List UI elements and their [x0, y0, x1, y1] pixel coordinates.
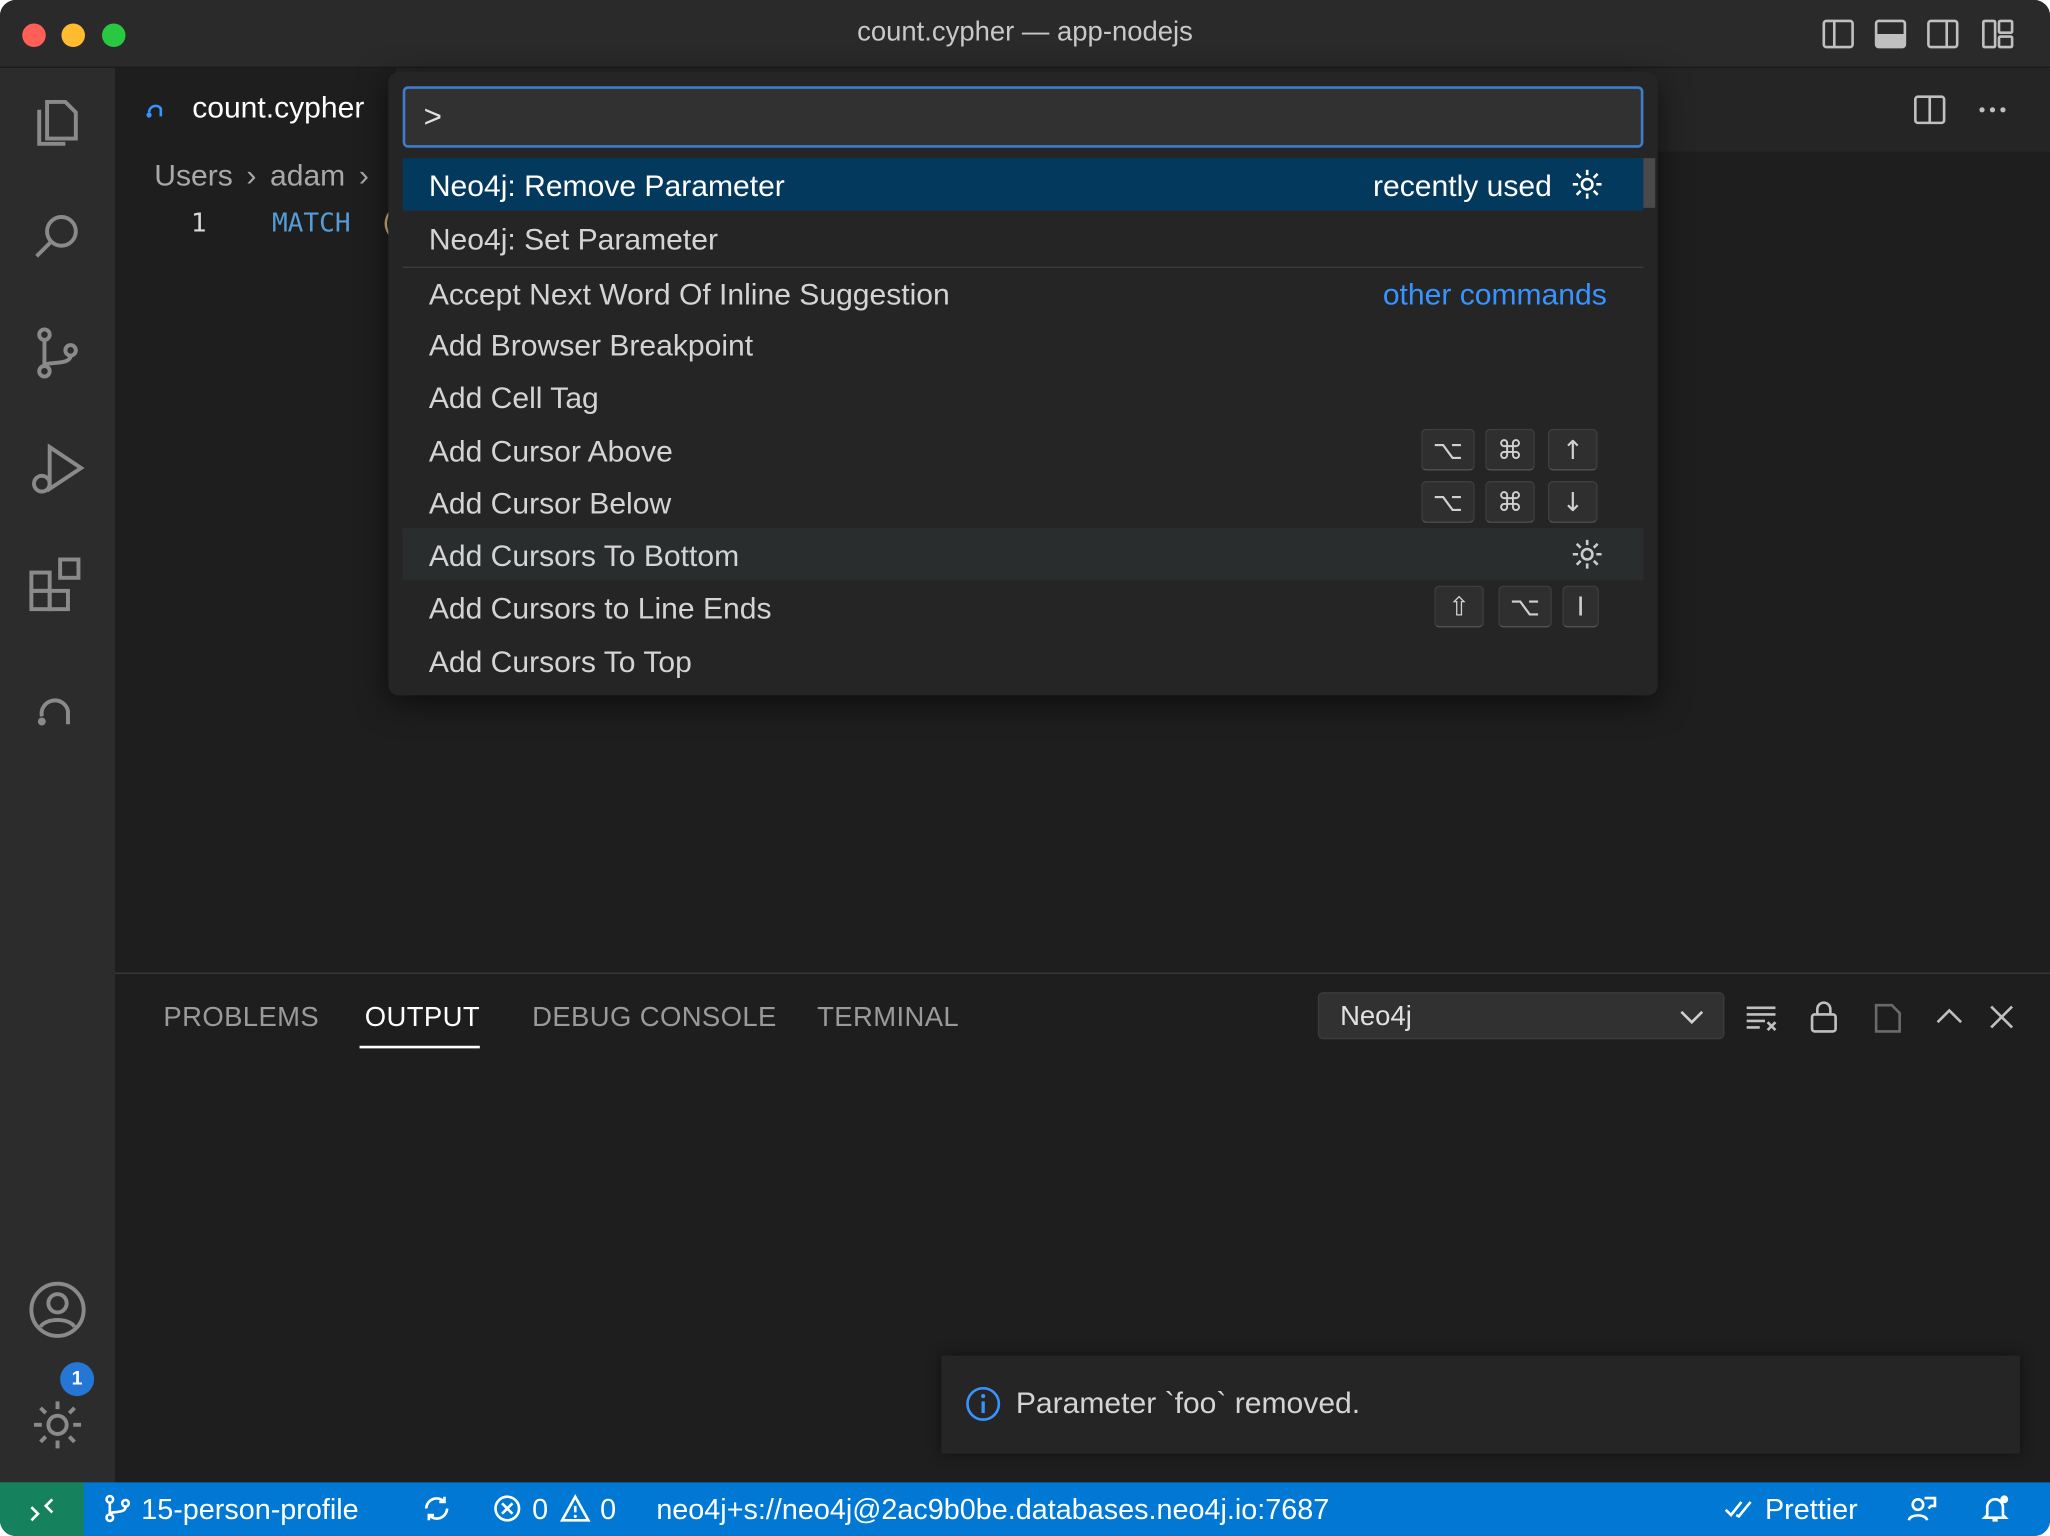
arrow-down-key-cap: ↓ [1547, 481, 1598, 523]
notification-toast: Parameter `foo` removed. [941, 1355, 2020, 1454]
vscode-window: count.cypher — app-nodejs 1 count.cypher… [0, 0, 2050, 1536]
feedback-icon[interactable] [1906, 1493, 1937, 1524]
accounts-icon[interactable] [24, 1276, 92, 1344]
command-item[interactable]: Add Browser Breakpoint [403, 318, 1644, 370]
tab-problems[interactable]: PROBLEMS [163, 1003, 319, 1034]
command-palette-input[interactable] [402, 86, 1644, 148]
manage-gear-icon[interactable] [24, 1391, 92, 1459]
settings-update-badge: 1 [60, 1362, 95, 1397]
command-item[interactable]: Add Cursor Above ⌥ ⌘ ↑ [403, 424, 1644, 476]
output-channel-select[interactable]: Neo4j [1317, 992, 1725, 1040]
other-commands-hint: other commands [1382, 277, 1607, 312]
notifications-bell-icon[interactable] [1979, 1493, 2010, 1524]
warning-icon [559, 1494, 591, 1522]
command-item[interactable]: Add Cursors To Top [403, 634, 1644, 686]
breadcrumb-item[interactable]: adam [270, 158, 345, 192]
option-key-cap: ⌥ [1421, 481, 1475, 523]
error-icon [494, 1495, 521, 1522]
neo4j-connection-status[interactable]: neo4j+s://neo4j@2ac9b0be.databases.neo4j… [656, 1493, 1329, 1527]
command-label: Add Browser Breakpoint [428, 328, 754, 363]
shift-key-cap: ⇧ [1434, 585, 1484, 628]
command-label: Add Cursors To Top [428, 644, 692, 679]
command-label: Add Cursor Above [428, 433, 673, 468]
command-palette: Neo4j: Remove Parameter recently used Ne… [388, 71, 1658, 696]
command-item[interactable]: Accept Next Word Of Inline Suggestion ot… [403, 267, 1644, 319]
breadcrumb-item[interactable]: Users [154, 158, 233, 192]
clear-output-icon[interactable] [1741, 997, 1780, 1036]
search-icon[interactable] [24, 204, 92, 272]
chevron-right-icon: › [358, 158, 369, 193]
chevron-down-icon [1680, 1010, 1704, 1025]
recently-used-hint: recently used [1373, 168, 1552, 203]
run-and-debug-icon[interactable] [24, 434, 92, 502]
remote-indicator[interactable] [0, 1482, 84, 1536]
source-control-icon[interactable] [24, 319, 92, 387]
toggle-secondary-sidebar-icon[interactable] [1924, 16, 1961, 53]
command-item[interactable]: Add Cursor Below ⌥ ⌘ ↓ [403, 476, 1644, 528]
remote-icon [30, 1498, 54, 1522]
command-label: Accept Next Word Of Inline Suggestion [428, 277, 950, 312]
sync-icon[interactable] [421, 1493, 452, 1524]
option-key-cap: ⌥ [1498, 585, 1552, 628]
editor-tab-count-cypher[interactable]: count.cypher [115, 67, 397, 152]
error-count[interactable]: 0 [532, 1493, 548, 1527]
open-output-in-editor-icon[interactable] [1868, 997, 1907, 1036]
command-label: Add Cursor Below [428, 486, 672, 521]
prettier-status[interactable]: Prettier [1765, 1493, 1858, 1527]
notification-message: Parameter `foo` removed. [1015, 1385, 1361, 1420]
option-key-cap: ⌥ [1421, 428, 1475, 471]
command-item[interactable]: Add Cell Tag [403, 370, 1644, 422]
command-label: Neo4j: Set Parameter [428, 222, 718, 257]
command-item[interactable]: Neo4j: Set Parameter [403, 212, 1644, 264]
arrow-up-key-cap: ↑ [1547, 428, 1598, 471]
configure-keybinding-gear-icon[interactable] [1569, 166, 1606, 203]
command-item[interactable]: Add Cursors To Bottom [402, 528, 1644, 581]
more-actions-icon[interactable] [1974, 92, 2011, 129]
git-branch[interactable]: 15-person-profile [141, 1493, 358, 1527]
extensions-icon[interactable] [24, 549, 92, 617]
command-label: Add Cursors To Bottom [428, 538, 740, 573]
lock-scroll-icon[interactable] [1804, 997, 1843, 1036]
command-label: Add Cell Tag [428, 380, 599, 415]
toggle-primary-sidebar-icon[interactable] [1820, 16, 1857, 53]
status-bar: 15-person-profile 0 0 neo4j+s://neo4j@2a… [0, 1482, 2050, 1536]
tab-output[interactable]: OUTPUT [365, 1003, 480, 1034]
info-icon [966, 1386, 1001, 1421]
warning-count[interactable]: 0 [600, 1493, 616, 1527]
tab-debug-console[interactable]: DEBUG CONSOLE [532, 1003, 777, 1034]
output-channel-value: Neo4j [1340, 1001, 1412, 1032]
i-key-cap: I [1562, 585, 1599, 628]
configure-keybinding-gear-icon[interactable] [1569, 536, 1606, 573]
title-bar: count.cypher — app-nodejs [0, 0, 2050, 68]
window-title: count.cypher — app-nodejs [857, 16, 1193, 48]
neo4j-icon[interactable] [24, 672, 92, 740]
toggle-panel-icon[interactable] [1872, 16, 1909, 53]
git-branch-icon [105, 1494, 131, 1523]
active-tab-indicator [359, 1045, 480, 1049]
line-number: 1 [190, 206, 207, 238]
tab-label: count.cypher [192, 90, 365, 125]
command-item[interactable]: Neo4j: Remove Parameter recently used [402, 158, 1644, 211]
command-item[interactable]: Add Cursors to Line Ends ⇧ ⌥ I [403, 580, 1644, 632]
maximize-panel-icon[interactable] [1930, 997, 1969, 1036]
chevron-right-icon: › [246, 158, 257, 193]
breadcrumb: Users › adam › [154, 158, 374, 193]
command-key-cap: ⌘ [1485, 428, 1535, 471]
activity-bar [0, 67, 116, 1483]
split-editor-icon[interactable] [1911, 92, 1948, 129]
customize-layout-icon[interactable] [1979, 16, 2016, 53]
command-label: Neo4j: Remove Parameter [428, 168, 785, 203]
code-keyword[interactable]: MATCH [272, 207, 351, 238]
command-label: Add Cursors to Line Ends [428, 590, 772, 625]
double-check-icon [1724, 1501, 1752, 1518]
close-panel-icon[interactable] [1982, 997, 2021, 1036]
cypher-file-icon [146, 104, 163, 118]
command-key-cap: ⌘ [1485, 481, 1535, 523]
explorer-icon[interactable] [24, 89, 92, 157]
tab-terminal[interactable]: TERMINAL [817, 1003, 959, 1034]
